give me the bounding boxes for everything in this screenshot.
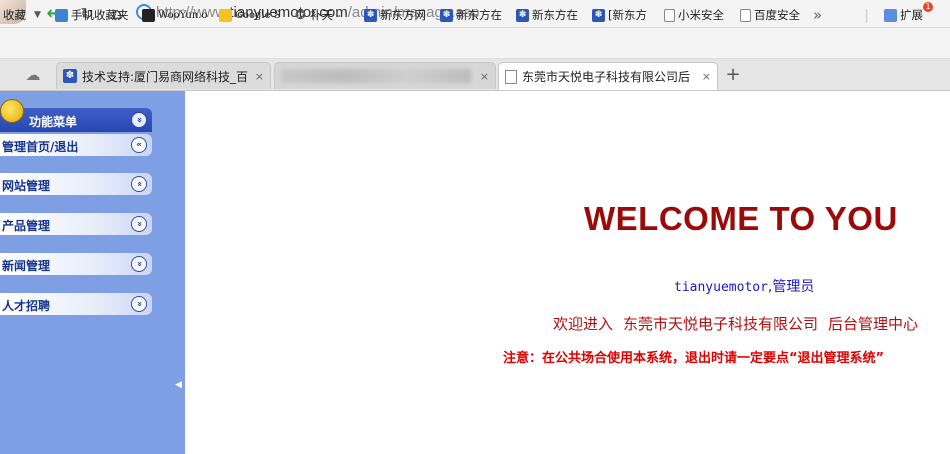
security-notice: 注意：在公共场合使用本系统，退出时请一定要点“退出管理系统”: [503, 351, 885, 366]
extensions-badge: 1: [923, 2, 933, 12]
browser-tab-active[interactable]: 东莞市天悦电子科技有限公司后 ×: [498, 62, 718, 90]
bookmark-label: 新东方在: [532, 8, 578, 22]
menu-logo-icon: [0, 99, 24, 123]
close-icon[interactable]: ×: [476, 70, 489, 83]
user-line: tianyuemotor,管理员: [674, 276, 814, 296]
new-tab-button[interactable]: +: [722, 64, 744, 86]
sidebar-item-label: 新闻管理: [2, 259, 51, 273]
welcome-message: 欢迎进入 东莞市天悦电子科技有限公司 后台管理中心: [553, 313, 928, 334]
tab-title: 东莞市天悦电子科技有限公司后: [522, 70, 691, 84]
chevron-down-icon: ▼: [34, 10, 41, 20]
bookmark-label: Google S: [235, 9, 281, 21]
bookmark-label: 小米安全: [678, 8, 724, 22]
admin-center: 后台管理中心: [828, 315, 919, 333]
user-role: ,管理员: [767, 279, 815, 295]
phone-icon: [55, 8, 68, 22]
bookmark-item[interactable]: ✽ 新东方网: [364, 4, 426, 26]
paw-icon: ✽: [364, 8, 377, 22]
more-bookmarks-button[interactable]: »: [813, 4, 822, 26]
bookmarks-menu-label: 收藏: [3, 8, 26, 22]
bookmark-item[interactable]: ✽ [新东方: [592, 4, 647, 26]
sidebar-item-label: 人才招聘: [2, 299, 51, 313]
google-icon: [219, 8, 232, 22]
cloud-icon[interactable]: ☁: [22, 66, 44, 86]
star-icon: ✪: [295, 7, 306, 23]
sidebar-item-label: 管理首页/退出: [2, 140, 79, 154]
bookmark-label: 新东方在: [456, 8, 502, 22]
bookmark-label: [新东方: [608, 8, 647, 22]
bookmark-label: 新东方网: [380, 8, 426, 22]
bookmark-item[interactable]: 小米安全: [664, 4, 724, 26]
paw-icon: ✽: [592, 8, 605, 22]
bookmark-item[interactable]: WooYun.o: [142, 4, 207, 26]
extensions-label: 扩展: [900, 8, 923, 22]
bookmark-item[interactable]: ✽ 新东方在: [516, 4, 578, 26]
enter-prefix: 欢迎进入: [553, 315, 614, 333]
chevron-double-down-icon[interactable]: »: [131, 112, 147, 128]
bookmark-label: 补天 -: [310, 8, 341, 22]
paw-icon: ✽: [63, 69, 77, 83]
close-icon[interactable]: ×: [698, 70, 711, 83]
bookmark-label: 手机收藏夹: [71, 8, 129, 22]
blurred-tab-title: [281, 69, 471, 83]
extensions-icon: [884, 8, 897, 22]
extensions-button[interactable]: 扩展: [884, 4, 923, 26]
menu-title: 功能菜单: [29, 115, 78, 129]
company-name: 东莞市天悦电子科技有限公司: [623, 315, 819, 333]
bookmarks-bar: [0, 28, 950, 59]
page-icon: [740, 8, 751, 22]
username: tianyuemotor: [674, 280, 768, 295]
paw-icon: ✽: [440, 8, 453, 22]
tab-title: 技术支持:厦门易商网络科技_百: [82, 69, 249, 84]
bookmark-label: 百度安全: [754, 8, 800, 22]
bookmark-item[interactable]: Google S: [219, 4, 281, 26]
sidebar-item-label: 产品管理: [2, 219, 51, 233]
wooyun-icon: [142, 8, 155, 22]
chevron-double-down-icon[interactable]: »: [131, 256, 147, 272]
bookmarks-menu[interactable]: 收藏 ▼: [3, 4, 41, 26]
bookmark-item[interactable]: 手机收藏夹: [55, 4, 129, 26]
sidebar-item-label: 网站管理: [2, 179, 51, 193]
chevron-double-down-icon[interactable]: »: [131, 296, 147, 312]
chevron-double-up-icon[interactable]: «: [131, 176, 147, 192]
paw-icon: ✽: [516, 8, 529, 22]
sidebar-collapse-toggle[interactable]: ◀: [175, 380, 182, 390]
close-icon[interactable]: ×: [251, 70, 264, 83]
bookmark-item[interactable]: ✪ 补天 -: [294, 4, 341, 26]
welcome-heading: WELCOME TO YOU: [584, 200, 898, 237]
bookmark-label: WooYun.o: [158, 9, 208, 21]
divider: [866, 9, 867, 23]
bookmark-item[interactable]: ✽ 新东方在: [440, 4, 502, 26]
chevron-double-left-icon[interactable]: «: [131, 137, 147, 153]
page-icon: [505, 69, 517, 84]
browser-tab[interactable]: ×: [274, 62, 496, 89]
bookmark-item[interactable]: 百度安全: [740, 4, 800, 26]
browser-tab[interactable]: ✽ 技术支持:厦门易商网络科技_百 ×: [56, 62, 271, 89]
chevron-double-down-icon[interactable]: »: [131, 216, 147, 232]
page-icon: [664, 8, 675, 22]
